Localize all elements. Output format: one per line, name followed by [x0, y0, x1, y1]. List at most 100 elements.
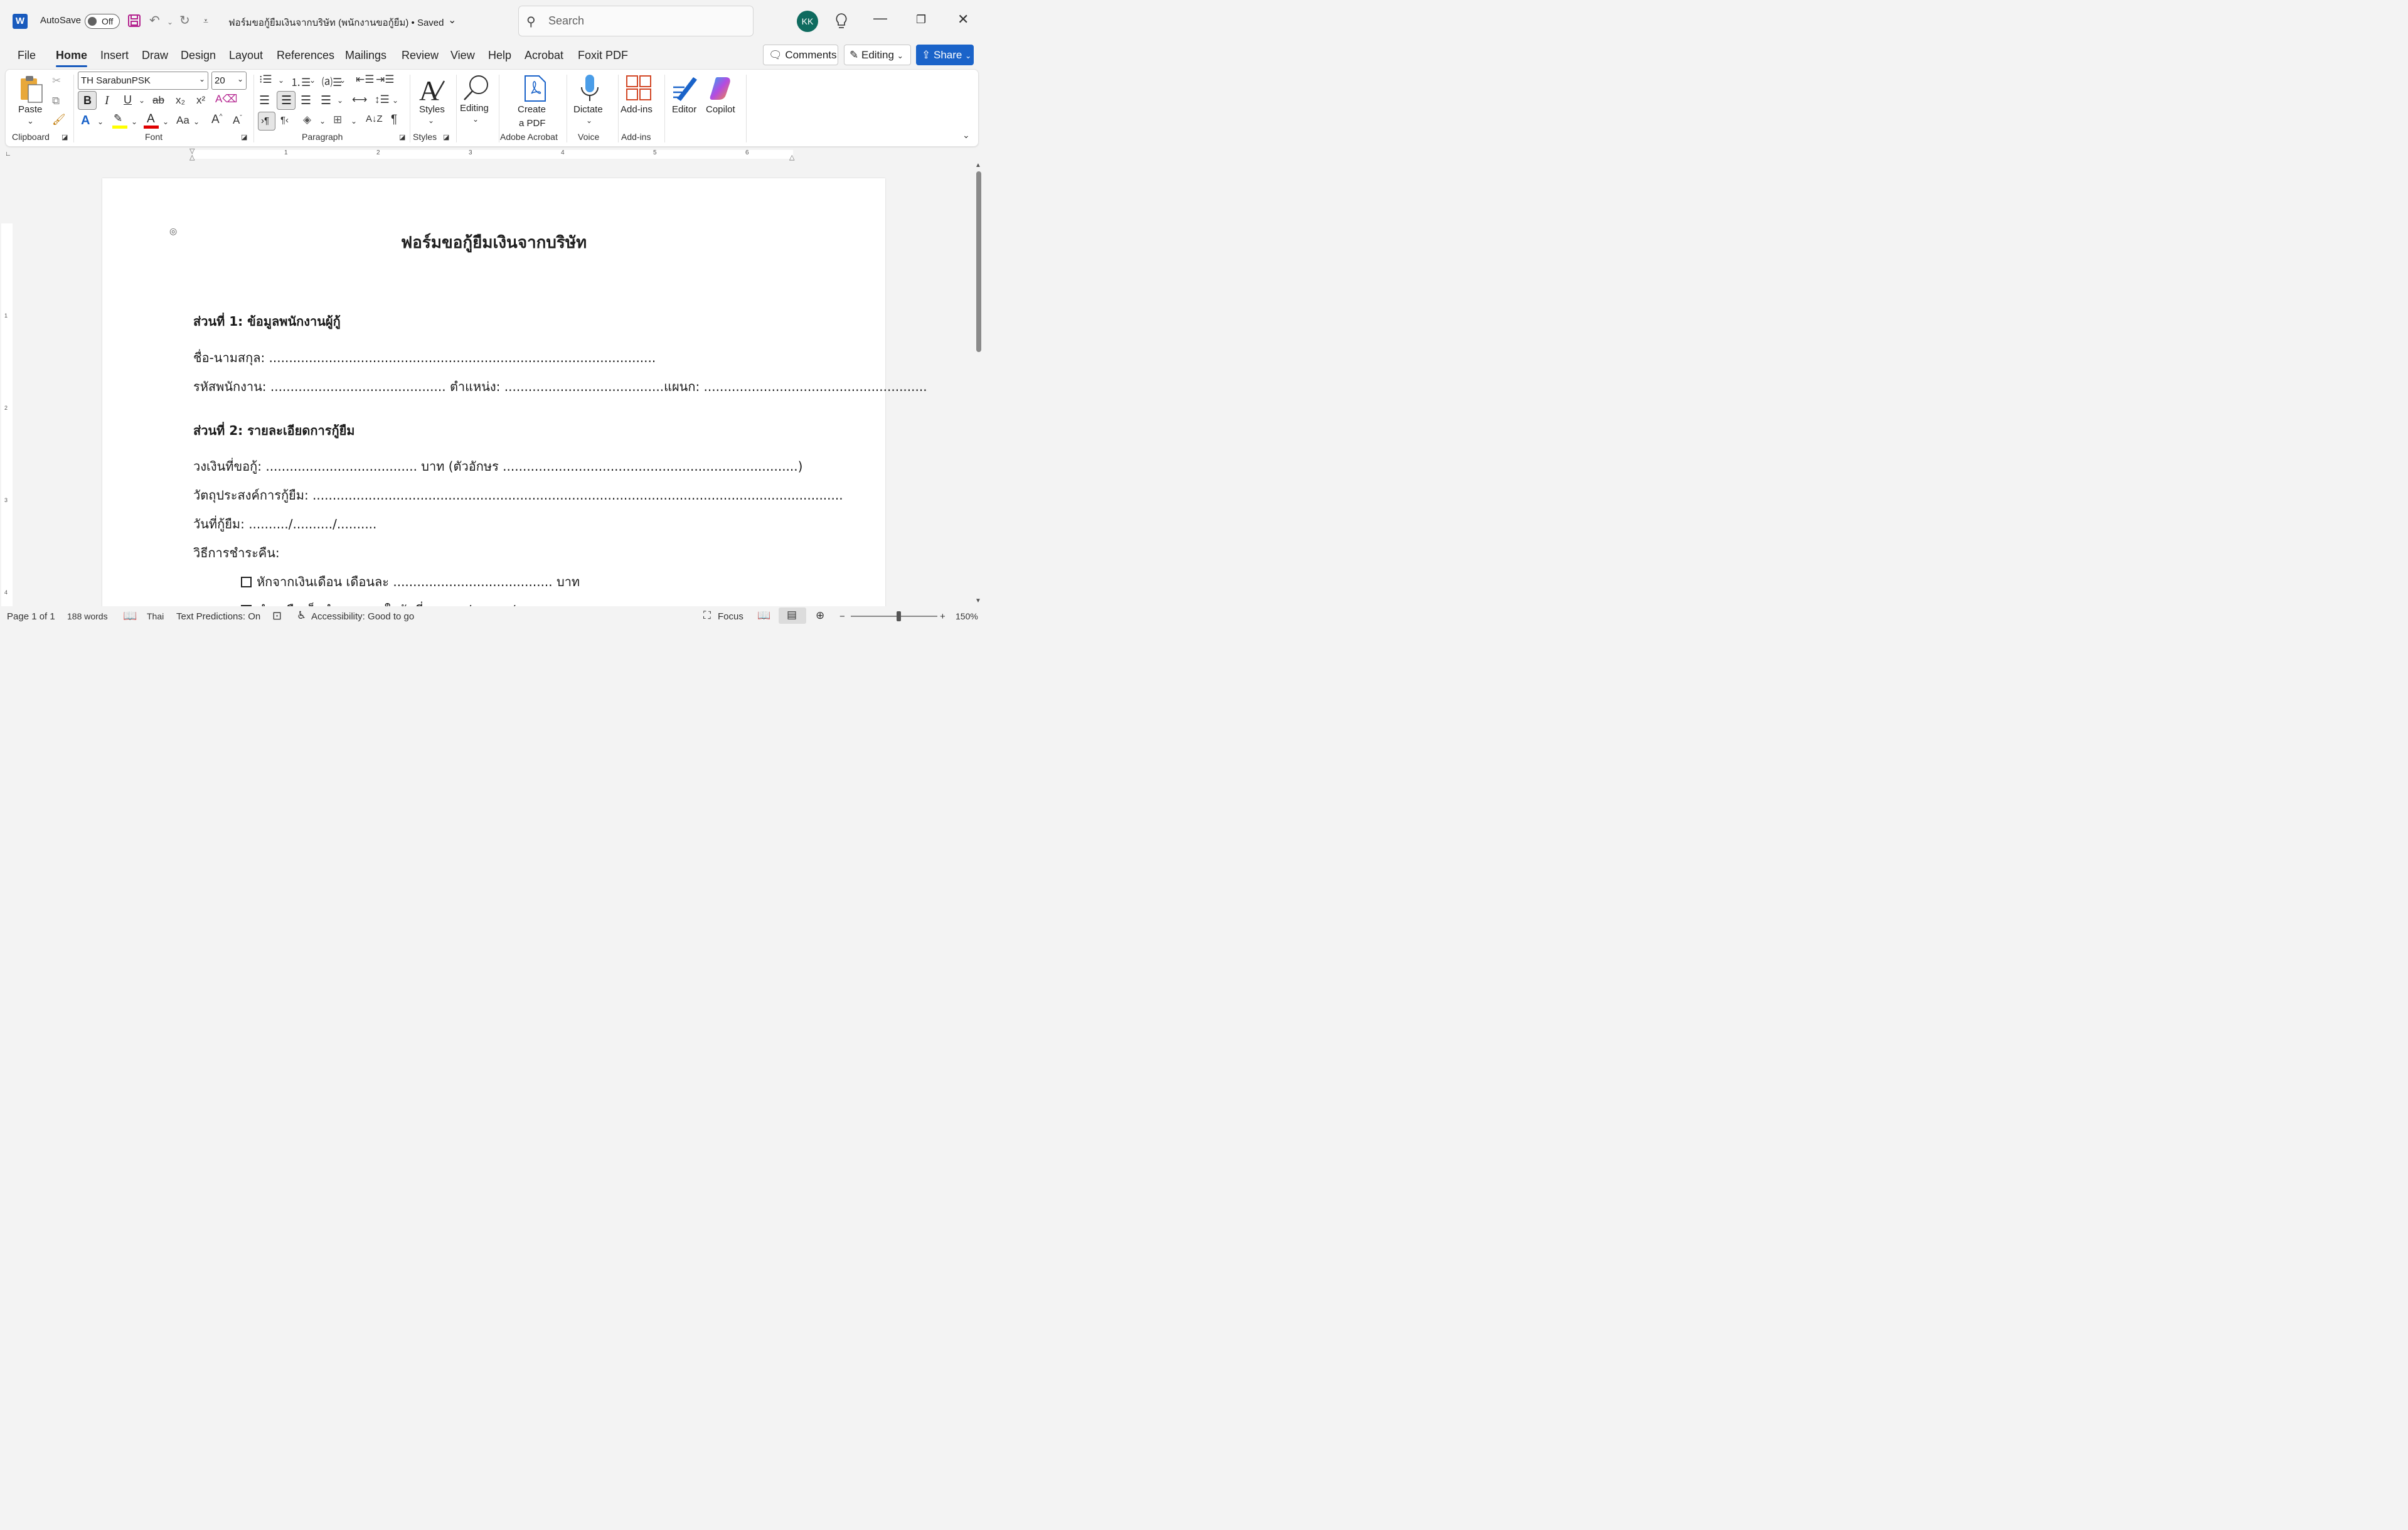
- scroll-down-icon[interactable]: ▼: [975, 597, 981, 604]
- ltr-button[interactable]: ›¶: [258, 112, 275, 131]
- shrink-font-icon[interactable]: Aˇ: [233, 114, 242, 127]
- dictate-dropdown-icon[interactable]: ⌄: [586, 116, 592, 125]
- styles-label[interactable]: Styles: [419, 104, 445, 115]
- scrollbar-thumb[interactable]: [976, 171, 981, 352]
- justify-dropdown-icon[interactable]: ⌄: [337, 96, 343, 105]
- copilot-label[interactable]: Copilot: [706, 104, 735, 115]
- save-icon[interactable]: [127, 14, 141, 28]
- decrease-indent-icon[interactable]: ⇤☰: [356, 73, 374, 86]
- word-count[interactable]: 188 words: [67, 611, 108, 621]
- font-size-combo[interactable]: 20 ⌄: [211, 72, 247, 90]
- text-predictions[interactable]: Text Predictions: On: [176, 611, 260, 622]
- font-launcher-icon[interactable]: ◪: [241, 133, 247, 141]
- bold-button[interactable]: B: [78, 91, 97, 110]
- justify-icon[interactable]: ☰: [321, 94, 331, 108]
- zoom-out-icon[interactable]: −: [839, 611, 845, 622]
- sort-icon[interactable]: A↓Z: [366, 114, 383, 124]
- print-layout-button[interactable]: ▤: [779, 607, 806, 624]
- copilot-icon[interactable]: [710, 75, 737, 101]
- page-count[interactable]: Page 1 of 1: [7, 611, 55, 622]
- undo-icon[interactable]: ↶: [149, 13, 160, 28]
- tab-design[interactable]: Design: [181, 49, 216, 62]
- redo-icon[interactable]: ↻: [179, 13, 190, 28]
- styles-icon[interactable]: A: [418, 73, 447, 104]
- align-left-icon[interactable]: ☰: [259, 94, 270, 108]
- align-right-icon[interactable]: ☰: [301, 94, 311, 108]
- format-painter-icon[interactable]: 🖌: [52, 114, 66, 126]
- add-ins-label[interactable]: Add-ins: [621, 104, 653, 115]
- change-case-button[interactable]: Aa: [176, 114, 189, 127]
- copy-icon[interactable]: ⧉: [52, 95, 60, 107]
- tab-file[interactable]: File: [18, 49, 36, 62]
- editing-label[interactable]: Editing: [460, 103, 489, 114]
- undo-dropdown-icon[interactable]: ⌄: [167, 18, 173, 26]
- borders-icon[interactable]: ⊞: [333, 114, 342, 126]
- clipboard-launcher-icon[interactable]: ◪: [61, 133, 68, 141]
- focus-label[interactable]: Focus: [718, 611, 743, 622]
- add-ins-icon[interactable]: [626, 75, 652, 101]
- close-icon[interactable]: ✕: [957, 11, 969, 28]
- microphone-icon[interactable]: [579, 73, 600, 104]
- superscript-icon[interactable]: x²: [196, 94, 205, 107]
- text-effects-dropdown-icon[interactable]: ⌄: [97, 117, 104, 126]
- create-pdf-label-2[interactable]: a PDF: [519, 118, 546, 129]
- font-color-dropdown-icon[interactable]: ⌄: [162, 117, 169, 126]
- customize-toolbar-icon[interactable]: ⩡: [203, 16, 208, 26]
- text-effects-icon[interactable]: A: [81, 114, 90, 128]
- editing-dropdown-icon[interactable]: ⌄: [472, 115, 479, 124]
- rtl-icon[interactable]: ¶‹: [280, 115, 289, 126]
- search-box[interactable]: ⚲ Search: [518, 6, 754, 36]
- shading-icon[interactable]: ◈: [303, 114, 311, 126]
- tab-home[interactable]: Home: [56, 49, 88, 67]
- tab-view[interactable]: View: [450, 49, 475, 62]
- restore-icon[interactable]: ❐: [916, 13, 926, 26]
- document-page[interactable]: ◎ ฟอร์มขอกู้ยืมเงินจากบริษัท ส่วนที่ 1: …: [102, 178, 927, 618]
- title-chevron-icon[interactable]: ⌄: [448, 14, 456, 26]
- paragraph-launcher-icon[interactable]: ◪: [399, 133, 405, 141]
- multilevel-dropdown-icon[interactable]: ⌄: [339, 76, 346, 85]
- line-spacing-icon[interactable]: ↕☰: [375, 94, 390, 106]
- collapse-ribbon-icon[interactable]: ⌄: [962, 130, 970, 141]
- borders-dropdown-icon[interactable]: ⌄: [351, 117, 357, 126]
- macro-recorder-icon[interactable]: ⊡: [272, 609, 282, 623]
- tab-insert[interactable]: Insert: [100, 49, 129, 62]
- tab-mailings[interactable]: Mailings: [345, 49, 386, 62]
- tab-foxit-pdf[interactable]: Foxit PDF: [578, 49, 628, 62]
- cut-icon[interactable]: ✂: [52, 75, 61, 87]
- editor-icon[interactable]: [672, 73, 700, 102]
- styles-launcher-icon[interactable]: ◪: [443, 133, 449, 141]
- minimize-icon[interactable]: —: [873, 10, 887, 26]
- right-indent-icon[interactable]: △: [789, 153, 794, 161]
- hanging-indent-icon[interactable]: △: [189, 153, 194, 161]
- autosave-toggle[interactable]: Off: [85, 14, 120, 29]
- zoom-in-icon[interactable]: +: [940, 611, 946, 622]
- bullets-icon[interactable]: ⁝☰: [259, 73, 272, 86]
- bullets-dropdown-icon[interactable]: ⌄: [278, 76, 284, 85]
- comments-button[interactable]: 🗨 Comments: [763, 45, 838, 65]
- editor-label[interactable]: Editor: [672, 104, 696, 115]
- numbering-dropdown-icon[interactable]: ⌄: [309, 76, 316, 85]
- web-layout-icon[interactable]: ⊕: [816, 609, 824, 622]
- document-title[interactable]: ฟอร์มขอกู้ยืมเงินจากบริษัท (พนักงานขอกู้…: [228, 15, 444, 30]
- tab-references[interactable]: References: [277, 49, 334, 62]
- increase-indent-icon[interactable]: ⇥☰: [376, 73, 394, 86]
- shading-dropdown-icon[interactable]: ⌄: [319, 117, 326, 126]
- font-color-icon[interactable]: A: [144, 112, 159, 129]
- tab-layout[interactable]: Layout: [229, 49, 263, 62]
- italic-button[interactable]: I: [105, 94, 109, 108]
- focus-icon[interactable]: ⛶: [703, 609, 711, 622]
- tab-review[interactable]: Review: [402, 49, 439, 62]
- change-case-dropdown-icon[interactable]: ⌄: [193, 117, 200, 126]
- editing-mode-button[interactable]: ✎ Editing ⌄: [844, 45, 911, 65]
- clear-formatting-icon[interactable]: A⌫: [215, 93, 237, 105]
- avatar[interactable]: KK: [797, 11, 818, 32]
- read-mode-icon[interactable]: 📖: [757, 609, 770, 622]
- show-marks-icon[interactable]: ¶: [391, 113, 397, 127]
- tab-draw[interactable]: Draw: [142, 49, 168, 62]
- proofing-icon[interactable]: 📖: [123, 609, 137, 623]
- strikethrough-button[interactable]: ab: [152, 94, 164, 107]
- dictate-label[interactable]: Dictate: [573, 104, 603, 115]
- create-pdf-icon[interactable]: [523, 75, 548, 102]
- highlight-dropdown-icon[interactable]: ⌄: [131, 117, 137, 126]
- highlight-color-icon[interactable]: ✎: [112, 112, 127, 129]
